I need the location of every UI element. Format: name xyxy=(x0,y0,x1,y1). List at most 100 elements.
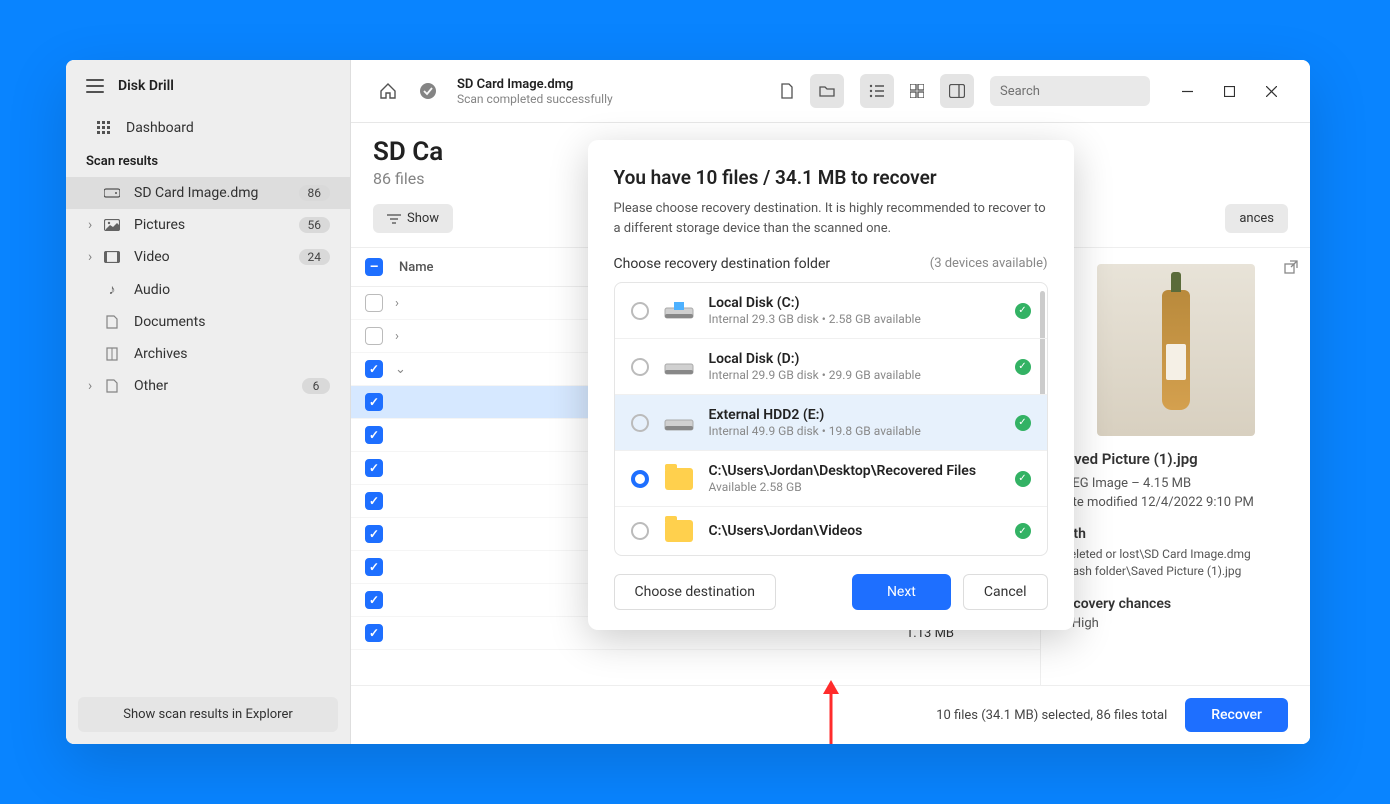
folder-icon xyxy=(663,519,695,543)
document-icon xyxy=(104,315,120,329)
row-checkbox[interactable] xyxy=(365,459,383,477)
check-icon xyxy=(1015,471,1031,487)
destination-sub: Internal 29.9 GB disk • 29.9 GB availabl… xyxy=(709,368,1001,382)
destination-item[interactable]: Local Disk (C:)Internal 29.3 GB disk • 2… xyxy=(615,283,1047,339)
destination-list: Local Disk (C:)Internal 29.3 GB disk • 2… xyxy=(614,282,1048,556)
next-button[interactable]: Next xyxy=(852,574,951,610)
row-checkbox[interactable] xyxy=(365,525,383,543)
archive-icon xyxy=(104,347,120,361)
home-icon[interactable] xyxy=(371,74,405,108)
count-badge: 86 xyxy=(299,185,331,201)
radio-button[interactable] xyxy=(631,470,649,488)
cancel-button[interactable]: Cancel xyxy=(963,574,1048,610)
file-icon[interactable] xyxy=(770,74,804,108)
recovery-modal: You have 10 files / 34.1 MB to recover P… xyxy=(588,140,1074,630)
sidebar: Disk Drill Dashboard Scan results SD Car… xyxy=(66,60,351,744)
menu-icon[interactable] xyxy=(86,79,104,93)
row-checkbox[interactable] xyxy=(365,327,383,345)
destination-item[interactable]: C:\Users\Jordan\Videos xyxy=(615,507,1047,555)
row-checkbox[interactable] xyxy=(365,360,383,378)
sidebar-item-label: Audio xyxy=(134,282,170,298)
sidebar-item-other[interactable]: Other 6 xyxy=(66,370,350,402)
sidebar-item-label: Video xyxy=(134,249,170,265)
row-checkbox[interactable] xyxy=(365,558,383,576)
modal-title: You have 10 files / 34.1 MB to recover xyxy=(614,166,1048,189)
devices-hint: (3 devices available) xyxy=(930,256,1048,272)
radio-button[interactable] xyxy=(631,414,649,432)
main-area: SD Card Image.dmg Scan completed success… xyxy=(351,60,1310,744)
select-all-checkbox[interactable] xyxy=(365,258,383,276)
filter-icon xyxy=(387,213,401,225)
destination-item[interactable]: External HDD2 (E:)Internal 49.9 GB disk … xyxy=(615,395,1047,451)
minimize-button[interactable] xyxy=(1168,76,1206,106)
sidebar-item-label: SD Card Image.dmg xyxy=(134,185,258,201)
preview-meta: JPEG Image – 4.15 MB xyxy=(1057,476,1294,491)
folder-icon[interactable] xyxy=(810,74,844,108)
filter-label: Show xyxy=(407,211,439,226)
toolbar-file-title: SD Card Image.dmg xyxy=(457,77,613,92)
close-button[interactable] xyxy=(1252,76,1290,106)
sidebar-item-pictures[interactable]: Pictures 56 xyxy=(66,209,350,241)
recovery-chances-filter[interactable]: ances xyxy=(1225,204,1288,233)
radio-button[interactable] xyxy=(631,302,649,320)
selection-status: 10 files (34.1 MB) selected, 86 files to… xyxy=(936,708,1167,723)
modal-description: Please choose recovery destination. It i… xyxy=(614,199,1048,238)
destination-name: External HDD2 (E:) xyxy=(709,407,1001,423)
row-checkbox[interactable] xyxy=(365,624,383,642)
sidebar-item-audio[interactable]: ♪ Audio xyxy=(66,273,350,306)
preview-panel: Saved Picture (1).jpg JPEG Image – 4.15 … xyxy=(1040,248,1310,685)
radio-button[interactable] xyxy=(631,522,649,540)
popout-icon[interactable] xyxy=(1284,260,1298,278)
destination-name: C:\Users\Jordan\Desktop\Recovered Files xyxy=(709,463,1001,479)
search-field[interactable] xyxy=(1000,84,1166,99)
disk-icon xyxy=(663,299,695,323)
sidebar-item-sdcard[interactable]: SD Card Image.dmg 86 xyxy=(66,177,350,209)
video-icon xyxy=(104,251,120,263)
destination-item[interactable]: C:\Users\Jordan\Desktop\Recovered FilesA… xyxy=(615,451,1047,507)
status-check-icon xyxy=(411,74,445,108)
filter-label: ances xyxy=(1239,211,1274,226)
row-checkbox[interactable] xyxy=(365,393,383,411)
check-icon xyxy=(1015,359,1031,375)
folder-icon xyxy=(663,467,695,491)
radio-button[interactable] xyxy=(631,358,649,376)
search-input[interactable] xyxy=(990,76,1150,106)
chevron-icon: › xyxy=(395,329,411,344)
sidebar-item-dashboard[interactable]: Dashboard xyxy=(66,112,350,144)
choose-destination-button[interactable]: Choose destination xyxy=(614,574,777,610)
panel-view-icon[interactable] xyxy=(940,74,974,108)
sidebar-item-label: Archives xyxy=(134,346,188,362)
destination-sub: Internal 29.3 GB disk • 2.58 GB availabl… xyxy=(709,312,1001,326)
image-icon xyxy=(104,219,120,231)
maximize-button[interactable] xyxy=(1210,76,1248,106)
destination-name: Local Disk (C:) xyxy=(709,295,1001,311)
destination-name: C:\Users\Jordan\Videos xyxy=(709,523,1001,539)
sidebar-item-documents[interactable]: Documents xyxy=(66,306,350,338)
show-in-explorer-button[interactable]: Show scan results in Explorer xyxy=(78,697,338,732)
choose-dest-label: Choose recovery destination folder xyxy=(614,256,831,272)
count-badge: 56 xyxy=(299,217,331,233)
recover-button[interactable]: Recover xyxy=(1185,698,1288,732)
row-checkbox[interactable] xyxy=(365,492,383,510)
music-icon: ♪ xyxy=(104,281,120,298)
row-checkbox[interactable] xyxy=(365,426,383,444)
sidebar-item-video[interactable]: Video 24 xyxy=(66,241,350,273)
toolbar: SD Card Image.dmg Scan completed success… xyxy=(351,60,1310,123)
app-title: Disk Drill xyxy=(118,78,174,94)
row-checkbox[interactable] xyxy=(365,591,383,609)
footer-bar: 10 files (34.1 MB) selected, 86 files to… xyxy=(351,685,1310,744)
grid-view-icon[interactable] xyxy=(900,74,934,108)
destination-name: Local Disk (D:) xyxy=(709,351,1001,367)
list-view-icon[interactable] xyxy=(860,74,894,108)
check-icon xyxy=(1015,303,1031,319)
row-checkbox[interactable] xyxy=(365,294,383,312)
app-window: Disk Drill Dashboard Scan results SD Car… xyxy=(66,60,1310,744)
chances-value: ★ High xyxy=(1057,616,1294,631)
destination-item[interactable]: Local Disk (D:)Internal 29.9 GB disk • 2… xyxy=(615,339,1047,395)
sidebar-item-archives[interactable]: Archives xyxy=(66,338,350,370)
sidebar-item-label: Other xyxy=(134,378,168,394)
sidebar-item-label: Dashboard xyxy=(126,120,194,136)
preview-filename: Saved Picture (1).jpg xyxy=(1057,450,1294,468)
show-filter-button[interactable]: Show xyxy=(373,204,453,233)
destination-sub: Available 2.58 GB xyxy=(709,480,1001,494)
